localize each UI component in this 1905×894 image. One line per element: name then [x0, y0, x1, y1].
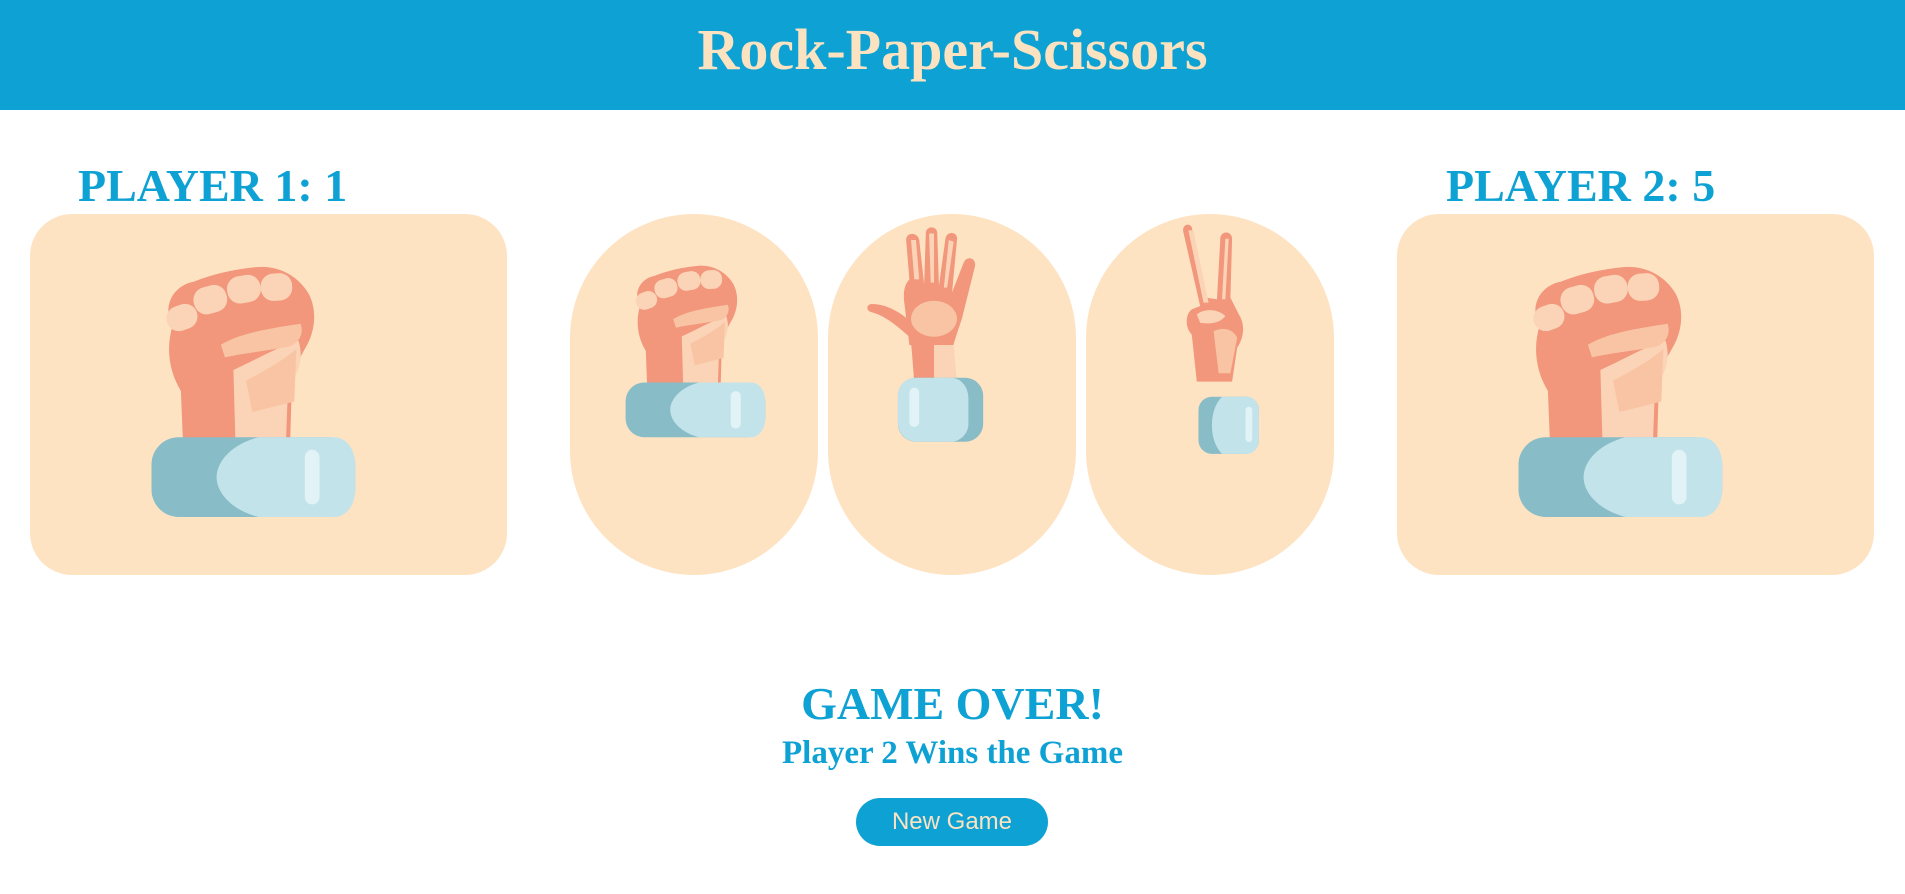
- player-1-hand-display: [30, 214, 507, 575]
- player-2-score: 5: [1692, 160, 1716, 211]
- scissors-hand-icon: [1183, 224, 1259, 454]
- rock-hand-icon: [625, 265, 766, 438]
- new-game-button[interactable]: New Game: [856, 798, 1048, 846]
- player-1-score: 1: [324, 160, 348, 211]
- player-2-label: PLAYER 2:: [1446, 160, 1681, 211]
- game-over-heading: GAME OVER!: [801, 678, 1104, 729]
- scissors-choice-button[interactable]: [1086, 214, 1334, 575]
- paper-choice-button[interactable]: [828, 214, 1076, 575]
- header-bar: Rock-Paper-Scissors: [0, 0, 1905, 110]
- page-title: Rock-Paper-Scissors: [697, 17, 1208, 82]
- player-2-score-label: PLAYER 2: 5: [1446, 160, 1715, 212]
- player-2-hand-display: [1397, 214, 1874, 575]
- player-1-label: PLAYER 1:: [78, 160, 313, 211]
- rock-hand-icon: [151, 266, 356, 517]
- player-1-score-label: PLAYER 1: 1: [78, 160, 347, 212]
- rock-choice-button[interactable]: [570, 214, 818, 575]
- rock-hand-icon: [1518, 266, 1723, 517]
- winner-message: Player 2 Wins the Game: [782, 735, 1123, 771]
- paper-hand-icon: [867, 227, 984, 442]
